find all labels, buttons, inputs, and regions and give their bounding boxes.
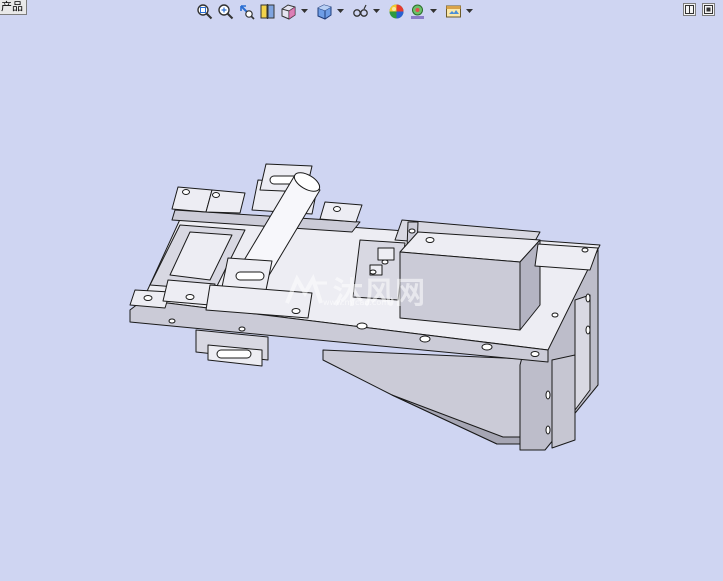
back-block-1 <box>171 186 213 213</box>
watermark-url: www.mfcad.com <box>323 298 390 307</box>
support-bracket <box>322 349 549 445</box>
back-block-2 <box>319 201 363 223</box>
